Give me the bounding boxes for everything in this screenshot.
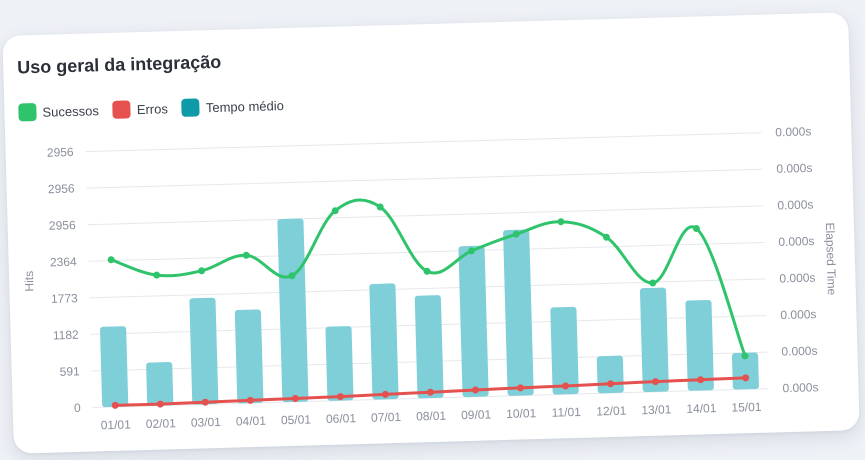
y2-tick-label: 0.000s: [775, 124, 811, 139]
sucessos-point: [198, 267, 206, 275]
bar: [234, 309, 264, 404]
x-tick-label: 08/01: [416, 409, 447, 424]
y-tick-label: 2956: [47, 145, 74, 160]
y-tick-label: 2956: [48, 181, 75, 196]
x-tick-label: 01/01: [101, 417, 132, 432]
x-tick-label: 09/01: [461, 407, 492, 422]
x-tick-label: 02/01: [146, 416, 177, 431]
bar: [146, 362, 174, 406]
chart-card: Uso geral da integração Sucessos Erros T…: [2, 12, 860, 454]
x-tick-label: 14/01: [686, 401, 717, 416]
y2-tick-label: 0.000s: [780, 307, 816, 322]
sucessos-point: [242, 251, 250, 259]
bar: [325, 326, 354, 401]
bar: [458, 245, 489, 398]
grid-line: [88, 241, 765, 262]
x-tick-label: 15/01: [731, 400, 762, 415]
y2-tick-label: 0.000s: [776, 161, 812, 176]
y-tick-label: 0: [74, 401, 81, 415]
x-tick-label: 10/01: [506, 406, 537, 421]
stage: Uso geral da integração Sucessos Erros T…: [0, 0, 865, 460]
bar: [596, 355, 624, 394]
y2-axis-title: Elapsed Time: [823, 222, 839, 295]
y-tick-label: 1182: [53, 328, 80, 343]
x-tick-label: 06/01: [326, 411, 357, 426]
chart-plot: 0 0.000s 591 0.000s 1182 0.000s 1773 0.000s 2364…: [22, 124, 839, 432]
y2-tick-label: 0.000s: [781, 344, 817, 359]
y2-tick-label: 0.000s: [779, 271, 815, 286]
x-tick-label: 04/01: [236, 414, 267, 429]
bars: [100, 218, 759, 408]
bar: [414, 295, 444, 399]
sucessos-point: [557, 218, 565, 226]
y2-tick-label: 0.000s: [777, 197, 813, 212]
sucessos-point: [649, 279, 657, 287]
y-tick-label: 2364: [50, 255, 77, 270]
bar: [100, 326, 129, 408]
y-tick-label: 1773: [51, 291, 78, 306]
y2-tick-label: 0.000s: [782, 380, 818, 395]
bar: [639, 287, 669, 393]
x-tick-label: 03/01: [191, 415, 222, 430]
y-axis-title: Hits: [22, 271, 37, 292]
grid-line: [87, 205, 764, 226]
y2-tick-label: 0.000s: [778, 234, 814, 249]
bar: [550, 306, 579, 395]
x-tick-label: 05/01: [281, 412, 312, 427]
y-tick-label: 591: [60, 364, 81, 379]
grid-line: [86, 168, 763, 189]
x-tick-label: 12/01: [596, 404, 627, 419]
y-tick-label: 2956: [49, 218, 76, 233]
bar: [277, 218, 309, 403]
bar: [189, 297, 219, 405]
sucessos-point: [153, 271, 161, 279]
x-tick-label: 11/01: [551, 405, 581, 420]
grid-line: [85, 132, 762, 153]
x-tick-label: 13/01: [641, 402, 672, 417]
bar: [503, 229, 534, 396]
bar: [369, 283, 399, 400]
x-tick-label: 07/01: [371, 410, 402, 425]
